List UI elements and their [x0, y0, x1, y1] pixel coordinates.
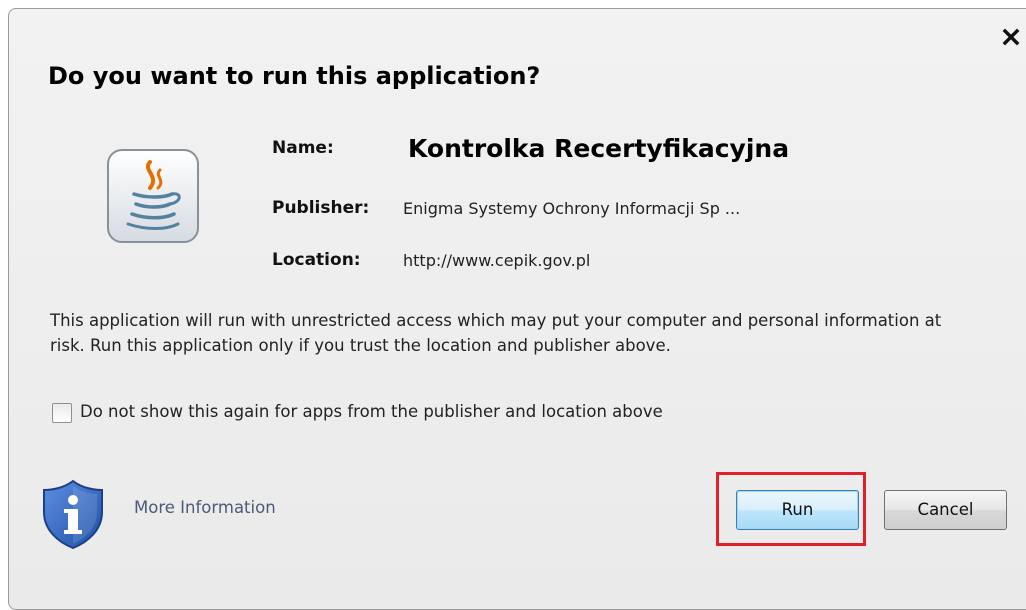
shield-info-icon [43, 479, 103, 550]
close-icon[interactable] [1000, 26, 1022, 48]
cancel-button[interactable]: Cancel [884, 490, 1007, 530]
publisher-value: Enigma Systemy Ochrony Informacji Sp ... [403, 199, 741, 218]
java-icon [107, 149, 199, 243]
publisher-label: Publisher: [272, 198, 370, 218]
location-value: http://www.cepik.gov.pl [403, 251, 591, 270]
do-not-show-checkbox[interactable] [52, 403, 72, 423]
security-warning-text: This application will run with unrestric… [50, 311, 942, 355]
location-label: Location: [272, 250, 361, 270]
name-label: Name: [272, 138, 334, 158]
dialog-title: Do you want to run this application? [48, 62, 541, 90]
more-information-link[interactable]: More Information [134, 498, 276, 517]
run-button[interactable]: Run [736, 490, 859, 530]
app-name-value: Kontrolka Recertyfikacyjna [408, 134, 790, 163]
do-not-show-checkbox-label[interactable]: Do not show this again for apps from the… [80, 402, 663, 421]
